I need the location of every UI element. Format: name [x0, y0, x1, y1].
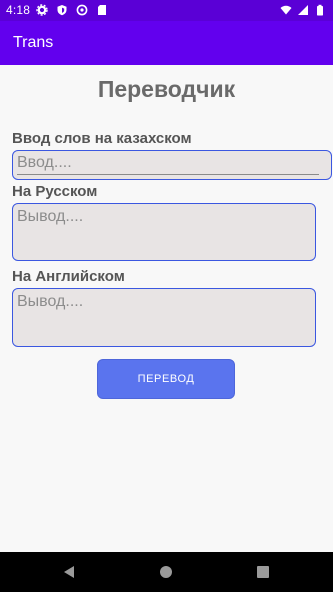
page-title: Переводчик [97, 76, 236, 102]
navigation-bar [0, 552, 333, 592]
signal-icon [298, 5, 308, 15]
russian-output-label: На Русском [12, 183, 98, 200]
recents-icon[interactable] [255, 564, 271, 580]
battery-icon [317, 4, 323, 16]
kazakh-input-field[interactable]: Ввод.... [12, 150, 332, 180]
sync-icon [76, 4, 88, 16]
russian-output-placeholder: Вывод.... [17, 208, 84, 225]
home-icon[interactable] [158, 564, 174, 580]
wifi-icon [280, 5, 292, 15]
english-output-field[interactable]: Вывод.... [12, 288, 316, 347]
translate-button[interactable]: ПЕРЕВОД [97, 359, 235, 399]
status-right-icons [280, 4, 326, 16]
main-content: Переводчик Ввод слов на казахском Ввод..… [0, 65, 333, 552]
russian-output-field[interactable]: Вывод.... [12, 203, 316, 261]
kazakh-input-placeholder: Ввод.... [17, 154, 72, 171]
back-icon[interactable] [62, 564, 78, 580]
status-time: 4:18 [6, 3, 31, 17]
input-underline [17, 174, 319, 175]
app-bar: Trans [0, 21, 333, 65]
english-output-label: На Английском [12, 268, 125, 285]
shield-icon [57, 5, 67, 16]
gear-icon [36, 4, 48, 16]
app-title: Trans [13, 34, 54, 51]
kazakh-input-label: Ввод слов на казахском [12, 130, 192, 147]
sd-card-icon [98, 5, 106, 15]
status-left-icons [36, 4, 108, 16]
english-output-placeholder: Вывод.... [17, 293, 84, 310]
status-bar: 4:18 [0, 0, 333, 21]
